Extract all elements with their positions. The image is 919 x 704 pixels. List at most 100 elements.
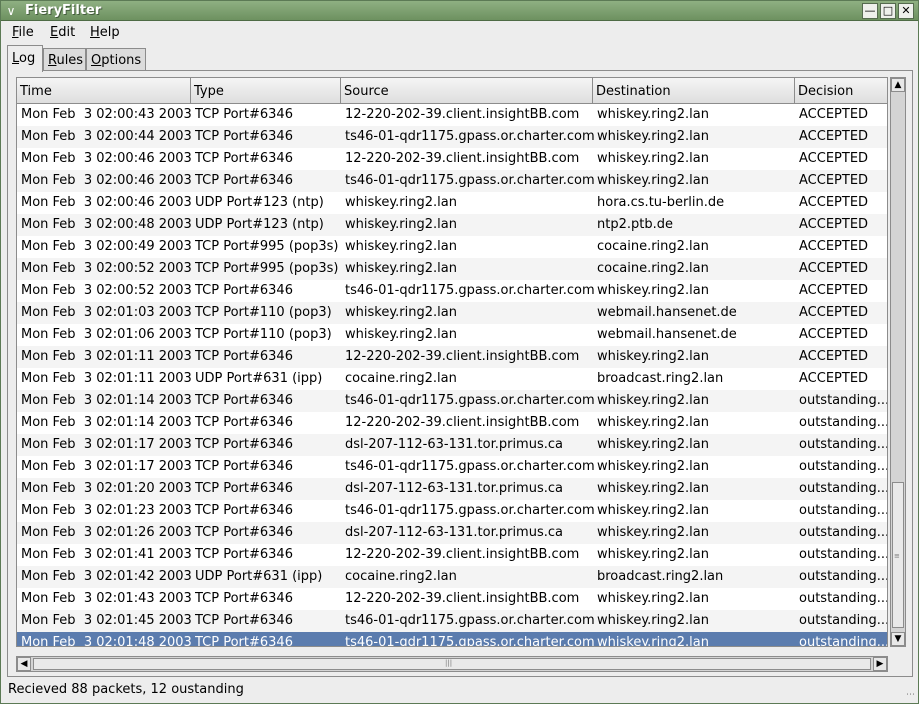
table-row[interactable]: Mon Feb 3 02:01:20 2003 TCP Port#6346 dsl-… [17,478,887,500]
cell-decision: ACCEPTED [799,195,869,210]
column-header-type[interactable]: Type [191,78,341,104]
cell-destination: webmail.hansenet.de [597,327,737,342]
status-text: Recieved 88 packets, 12 oustanding [8,682,244,697]
cell-time: Mon Feb 3 02:00:46 2003 [21,151,192,166]
cell-source: ts46-01-qdr1175.gpass.or.charter.com [345,393,595,408]
cell-destination: cocaine.ring2.lan [597,239,709,254]
cell-destination: broadcast.ring2.lan [597,371,724,386]
tab-rules[interactable]: Rules [43,48,86,71]
table-row[interactable]: Mon Feb 3 02:01:17 2003 TCP Port#6346 ts46… [17,456,888,478]
horizontal-scrollbar[interactable]: ◀ ||| ▶ [16,656,888,672]
table-row[interactable]: Mon Feb 3 02:01:43 2003 TCP Port#6346 12-2… [17,588,887,610]
table-row[interactable]: Mon Feb 3 02:01:48 2003 TCP Port#6346 ts46… [17,632,887,646]
cell-decision: ACCEPTED [799,239,869,254]
cell-destination: whiskey.ring2.lan [597,547,709,562]
cell-time: Mon Feb 3 02:01:11 2003 [21,349,192,364]
tab-options[interactable]: Options [86,48,146,71]
cell-type: TCP Port#6346 [195,547,293,562]
menu-edit[interactable]: Edit [50,25,75,40]
cell-destination: broadcast.ring2.lan [597,569,724,584]
cell-source: ts46-01-qdr1175.gpass.or.charter.com [345,613,595,628]
menu-file[interactable]: File [12,25,34,40]
table-row[interactable]: Mon Feb 3 02:00:52 2003 TCP Port#995 (pop… [17,258,887,280]
table-row[interactable]: Mon Feb 3 02:01:14 2003 TCP Port#6346 12-2… [17,412,887,434]
table-row[interactable]: Mon Feb 3 02:01:17 2003 TCP Port#6346 dsl-… [17,434,887,456]
table-row[interactable]: Mon Feb 3 02:01:42 2003 UDP Port#631 (ipp… [17,566,888,588]
cell-time: Mon Feb 3 02:01:43 2003 [21,591,192,606]
column-header-source[interactable]: Source [341,78,593,104]
table-row[interactable]: Mon Feb 3 02:01:03 2003 TCP Port#110 (pop… [17,302,887,324]
table-row[interactable]: Mon Feb 3 02:00:44 2003 TCP Port#6346 ts46… [17,126,887,148]
cell-decision: outstanding... [799,569,888,584]
table-row[interactable]: Mon Feb 3 02:00:52 2003 TCP Port#6346 ts46… [17,280,887,302]
menu-help[interactable]: Help [90,25,120,40]
cell-source: ts46-01-qdr1175.gpass.or.charter.com [345,459,595,474]
window-title: FieryFilter [25,3,102,18]
scroll-up-icon[interactable]: ▲ [891,78,905,92]
cell-time: Mon Feb 3 02:01:41 2003 [21,547,192,562]
cell-time: Mon Feb 3 02:01:26 2003 [21,525,192,540]
cell-time: Mon Feb 3 02:01:17 2003 [21,437,192,452]
cell-source: dsl-207-112-63-131.tor.primus.ca [345,481,563,496]
menu-file-rest: ile [18,25,34,40]
table-row[interactable]: Mon Feb 3 02:01:14 2003 TCP Port#6346 ts46… [17,390,888,412]
cell-source: ts46-01-qdr1175.gpass.or.charter.com [345,173,595,188]
cell-destination: whiskey.ring2.lan [597,503,709,518]
vertical-scrollbar[interactable]: ▲ ≡ ▼ [890,77,906,647]
cell-destination: whiskey.ring2.lan [597,393,709,408]
title-bar[interactable]: ∨ FieryFilter — □ ✕ [1,1,918,21]
cell-time: Mon Feb 3 02:00:46 2003 [21,173,192,188]
cell-decision: ACCEPTED [799,261,869,276]
cell-decision: outstanding... [799,547,888,562]
scroll-right-icon[interactable]: ▶ [873,657,887,671]
minimize-icon[interactable]: — [862,3,878,19]
cell-destination: whiskey.ring2.lan [597,437,709,452]
cell-time: Mon Feb 3 02:00:46 2003 [21,195,192,210]
cell-type: TCP Port#995 (pop3s) [195,239,339,254]
cell-destination: whiskey.ring2.lan [597,151,709,166]
cell-destination: whiskey.ring2.lan [597,107,709,122]
table-row[interactable]: Mon Feb 3 02:01:45 2003 TCP Port#6346 ts46… [17,610,887,632]
table-row[interactable]: Mon Feb 3 02:01:26 2003 TCP Port#6346 dsl-… [17,522,887,544]
cell-destination: cocaine.ring2.lan [597,261,709,276]
cell-source: whiskey.ring2.lan [345,217,457,232]
cell-time: Mon Feb 3 02:01:14 2003 [21,415,192,430]
table-row[interactable]: Mon Feb 3 02:00:48 2003 UDP Port#123 (ntp… [17,214,887,236]
table-row[interactable]: Mon Feb 3 02:01:41 2003 TCP Port#6346 12-2… [17,544,888,566]
log-table[interactable]: Time Type Source Destination Decision Mo… [16,77,888,647]
tab-options-accel: O [91,53,102,68]
cell-destination: whiskey.ring2.lan [597,129,709,144]
chevron-down-icon[interactable]: ∨ [3,3,19,19]
cell-time: Mon Feb 3 02:00:44 2003 [21,129,192,144]
cell-type: TCP Port#110 (pop3) [195,305,332,320]
cell-decision: outstanding... [799,459,888,474]
column-header-time[interactable]: Time [17,78,191,104]
table-row[interactable]: Mon Feb 3 02:01:23 2003 TCP Port#6346 ts46… [17,500,887,522]
table-row[interactable]: Mon Feb 3 02:01:06 2003 TCP Port#110 (pop… [17,324,887,346]
cell-source: whiskey.ring2.lan [345,327,457,342]
cell-type: TCP Port#6346 [195,591,293,606]
scroll-down-icon[interactable]: ▼ [891,632,905,646]
maximize-icon[interactable]: □ [880,3,896,19]
table-row[interactable]: Mon Feb 3 02:00:49 2003 TCP Port#995 (pop… [17,236,887,258]
table-row[interactable]: Mon Feb 3 02:01:11 2003 TCP Port#6346 12-2… [17,346,887,368]
menu-bar: File Edit Help [2,22,917,44]
table-row[interactable]: Mon Feb 3 02:01:11 2003 UDP Port#631 (ipp… [17,368,887,390]
tab-log[interactable]: Log [7,45,43,72]
cell-time: Mon Feb 3 02:00:48 2003 [21,217,192,232]
resize-grip-icon[interactable]: ⋯ [906,690,915,700]
table-body: Mon Feb 3 02:00:43 2003 TCP Port#6346 12-2… [17,104,888,646]
cell-decision: outstanding... [799,393,888,408]
cell-time: Mon Feb 3 02:01:23 2003 [21,503,192,518]
cell-source: ts46-01-qdr1175.gpass.or.charter.com [345,283,595,298]
cell-destination: whiskey.ring2.lan [597,525,709,540]
table-row[interactable]: Mon Feb 3 02:00:43 2003 TCP Port#6346 12-2… [17,104,887,126]
close-icon[interactable]: ✕ [898,3,914,19]
tab-options-rest: ptions [101,53,142,68]
table-row[interactable]: Mon Feb 3 02:00:46 2003 TCP Port#6346 ts46… [17,170,887,192]
column-header-decision[interactable]: Decision [795,78,887,104]
table-row[interactable]: Mon Feb 3 02:00:46 2003 UDP Port#123 (ntp… [17,192,887,214]
table-row[interactable]: Mon Feb 3 02:00:46 2003 TCP Port#6346 12-2… [17,148,887,170]
scroll-left-icon[interactable]: ◀ [17,657,31,671]
column-header-destination[interactable]: Destination [593,78,795,104]
